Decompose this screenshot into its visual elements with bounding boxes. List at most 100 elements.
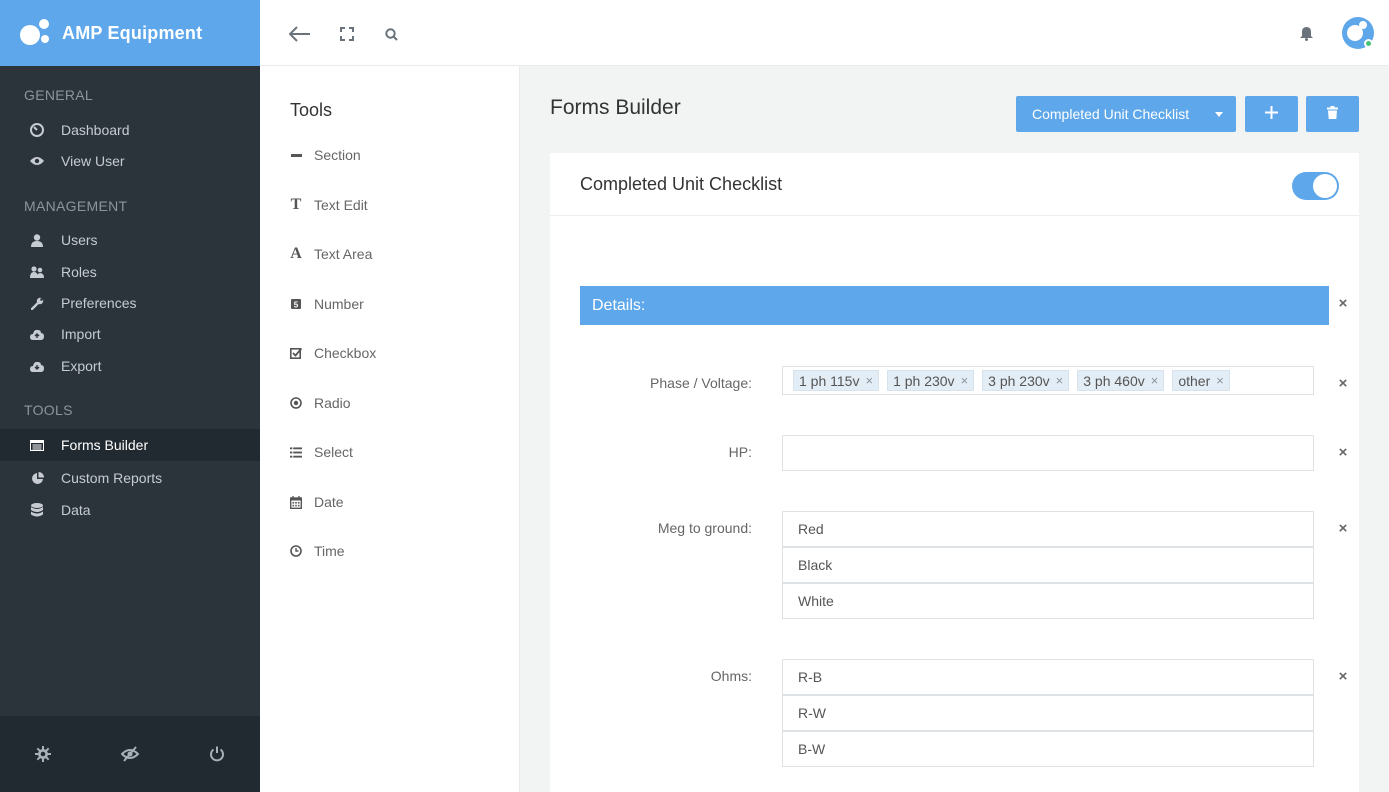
sidebar-item-label: Custom Reports (61, 470, 163, 486)
caret-down-icon (1215, 112, 1223, 117)
tag-label: 1 ph 230v (893, 372, 955, 389)
brand-name: AMP Equipment (62, 22, 203, 43)
tool-number[interactable]: 5 Number (290, 293, 364, 315)
wrench-icon (30, 296, 44, 310)
eye-icon (30, 154, 44, 168)
sidebar-item-roles[interactable]: Roles (0, 256, 260, 288)
form-enabled-toggle[interactable] (1292, 172, 1339, 200)
hp-input[interactable] (782, 435, 1314, 471)
sidebar-footer (0, 716, 260, 792)
bell-icon[interactable] (1294, 22, 1318, 46)
page-title: Forms Builder (550, 96, 681, 119)
font-icon: A (290, 245, 302, 262)
tag-label: 3 ph 460v (1083, 372, 1145, 389)
sidebar-item-import[interactable]: Import (0, 318, 260, 350)
meg-option-white[interactable] (782, 583, 1314, 619)
sidebar-item-custom-reports[interactable]: Custom Reports (0, 462, 260, 494)
form-select-dropdown[interactable]: Completed Unit Checklist (1016, 96, 1236, 132)
sidebar-item-forms-builder[interactable]: Forms Builder (0, 429, 260, 461)
tool-label: Radio (314, 395, 351, 411)
remove-field-icon[interactable]: × (1336, 520, 1350, 537)
plus-icon (1265, 106, 1278, 122)
ohms-option-rw[interactable] (782, 695, 1314, 731)
sidebar-item-dashboard[interactable]: Dashboard (0, 114, 260, 146)
meg-option-black[interactable] (782, 547, 1314, 583)
tag-remove-icon[interactable]: × (1056, 373, 1064, 388)
remove-field-icon[interactable]: × (1336, 668, 1350, 685)
remove-section-icon[interactable]: × (1336, 295, 1350, 312)
section-label: Details: (592, 296, 646, 314)
meg-label: Meg to ground: (657, 520, 752, 536)
brand-logo (20, 19, 52, 47)
fullscreen-icon[interactable] (335, 22, 359, 46)
tool-label: Section (314, 147, 361, 163)
gear-icon[interactable] (23, 734, 63, 774)
tag-remove-icon[interactable]: × (1151, 373, 1159, 388)
tool-label: Select (314, 444, 353, 460)
meg-option-red[interactable] (782, 511, 1314, 547)
sidebar-item-label: Dashboard (61, 122, 130, 138)
tag-remove-icon[interactable]: × (1216, 373, 1224, 388)
eye-slash-icon[interactable] (110, 734, 150, 774)
power-icon[interactable] (197, 734, 237, 774)
cloud-download-icon (30, 359, 44, 373)
sidebar-item-users[interactable]: Users (0, 224, 260, 256)
sidebar-item-data[interactable]: Data (0, 494, 260, 526)
tool-select[interactable]: Select (290, 441, 353, 463)
tool-time[interactable]: Time (290, 540, 345, 562)
sidebar-item-label: Forms Builder (61, 437, 149, 453)
tool-text-area[interactable]: A Text Area (290, 243, 372, 265)
tag: 3 ph 460v × (1077, 370, 1165, 391)
checkbox-icon (290, 346, 302, 360)
card-header: Completed Unit Checklist (550, 153, 1359, 216)
tag-remove-icon[interactable]: × (865, 373, 873, 388)
sidebar-item-label: View User (61, 153, 125, 169)
tool-label: Number (314, 296, 364, 312)
tool-section[interactable]: Section (290, 144, 361, 166)
sidebar-item-label: Roles (61, 264, 97, 280)
search-icon[interactable] (379, 22, 403, 46)
online-status-dot (1364, 39, 1373, 48)
tag-label: 1 ph 115v (799, 372, 860, 389)
tool-radio[interactable]: Radio (290, 392, 351, 414)
sidebar-item-label: Export (61, 358, 102, 374)
dashboard-icon (30, 123, 44, 137)
tag-label: 3 ph 230v (988, 372, 1050, 389)
sidebar-item-label: Preferences (61, 295, 137, 311)
trash-icon (1327, 106, 1338, 122)
nav-section-management: MANAGEMENT (24, 198, 128, 214)
tool-label: Time (314, 543, 345, 559)
brand[interactable]: AMP Equipment (0, 0, 260, 66)
users-icon (30, 265, 44, 279)
phase-label: Phase / Voltage: (650, 375, 752, 391)
phase-tags-input[interactable]: 1 ph 115v × 1 ph 230v × 3 ph 230v × 3 ph 46… (782, 366, 1314, 395)
text-icon: T (290, 196, 302, 213)
sidebar-item-preferences[interactable]: Preferences (0, 287, 260, 319)
topbar (260, 0, 1389, 66)
pie-chart-icon (30, 471, 44, 485)
ohms-option-rb[interactable] (782, 659, 1314, 695)
tool-label: Checkbox (314, 345, 377, 361)
tool-checkbox[interactable]: Checkbox (290, 342, 376, 364)
remove-field-icon[interactable]: × (1336, 444, 1350, 461)
sidebar-item-export[interactable]: Export (0, 350, 260, 382)
tag: other × (1172, 370, 1230, 391)
delete-form-button[interactable] (1306, 96, 1359, 132)
hp-label: HP: (728, 444, 752, 460)
nav-section-general: GENERAL (24, 87, 94, 103)
remove-field-icon[interactable]: × (1336, 375, 1350, 392)
section-header[interactable]: Details: (580, 286, 1329, 325)
number-icon: 5 (290, 297, 302, 311)
list-icon (290, 445, 302, 459)
form-icon (30, 438, 44, 452)
sidebar-item-label: Import (61, 326, 101, 342)
ohms-option-bw[interactable] (782, 731, 1314, 767)
radio-icon (290, 396, 302, 410)
tool-text-edit[interactable]: T Text Edit (290, 194, 368, 216)
add-form-button[interactable] (1245, 96, 1298, 132)
cloud-upload-icon (30, 327, 44, 341)
tag-remove-icon[interactable]: × (961, 373, 969, 388)
sidebar-item-view-user[interactable]: View User (0, 145, 260, 177)
tool-date[interactable]: Date (290, 491, 344, 513)
back-arrow-icon[interactable] (288, 22, 312, 46)
